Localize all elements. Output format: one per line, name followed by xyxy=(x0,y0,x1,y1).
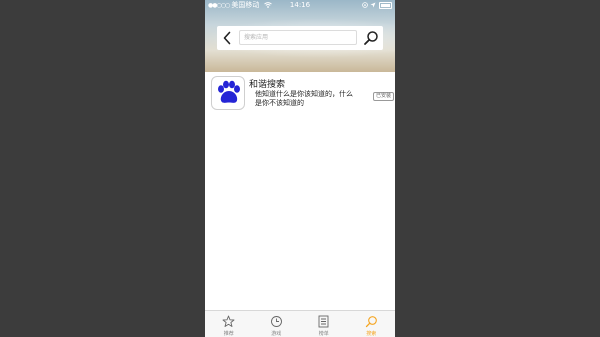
status-right xyxy=(361,0,392,11)
tab-label: 榜单 xyxy=(318,331,329,337)
location-icon xyxy=(370,1,378,9)
tab-label: 推荐 xyxy=(223,331,234,337)
status-bar: ●●○○○ 美国移动 14:16 xyxy=(205,0,395,11)
clock-icon xyxy=(270,316,282,327)
installed-badge[interactable]: 已安装 xyxy=(372,92,394,101)
list-icon xyxy=(318,315,329,328)
tab-search[interactable]: 搜索 xyxy=(348,311,396,337)
app-name: 和谐搜索 xyxy=(249,80,286,90)
search-icon xyxy=(365,316,377,328)
header-background: ●●○○○ 美国移动 14:16 xyxy=(205,0,395,72)
search-input[interactable] xyxy=(239,30,357,45)
result-list-item[interactable]: 和谐搜索 他知道什么是你该知道的，什么是你不该知道的 已安装 xyxy=(211,76,394,116)
chevron-left-icon xyxy=(223,31,231,45)
tab-label: 游戏 xyxy=(271,331,282,337)
phone-screen: ●●○○○ 美国移动 14:16 搜索应用 和谐搜索 他知道什么是你该知道的，什… xyxy=(205,0,395,337)
magnifier-icon xyxy=(364,31,378,45)
back-button[interactable] xyxy=(219,28,235,48)
search-button[interactable] xyxy=(363,28,381,48)
tab-bar: 推荐 游戏 榜单 搜索 xyxy=(205,310,395,337)
tab-games[interactable]: 游戏 xyxy=(253,311,301,337)
search-bar xyxy=(217,26,383,50)
app-description: 他知道什么是你该知道的，什么是你不该知道的 xyxy=(255,90,353,107)
battery-icon xyxy=(379,1,392,9)
tab-charts[interactable]: 榜单 xyxy=(300,311,348,337)
tab-label: 搜索 xyxy=(366,331,377,337)
paw-icon xyxy=(211,76,245,110)
star-icon xyxy=(222,315,235,327)
rotation-lock-icon xyxy=(361,1,370,9)
tab-recommended[interactable]: 推荐 xyxy=(205,311,253,337)
